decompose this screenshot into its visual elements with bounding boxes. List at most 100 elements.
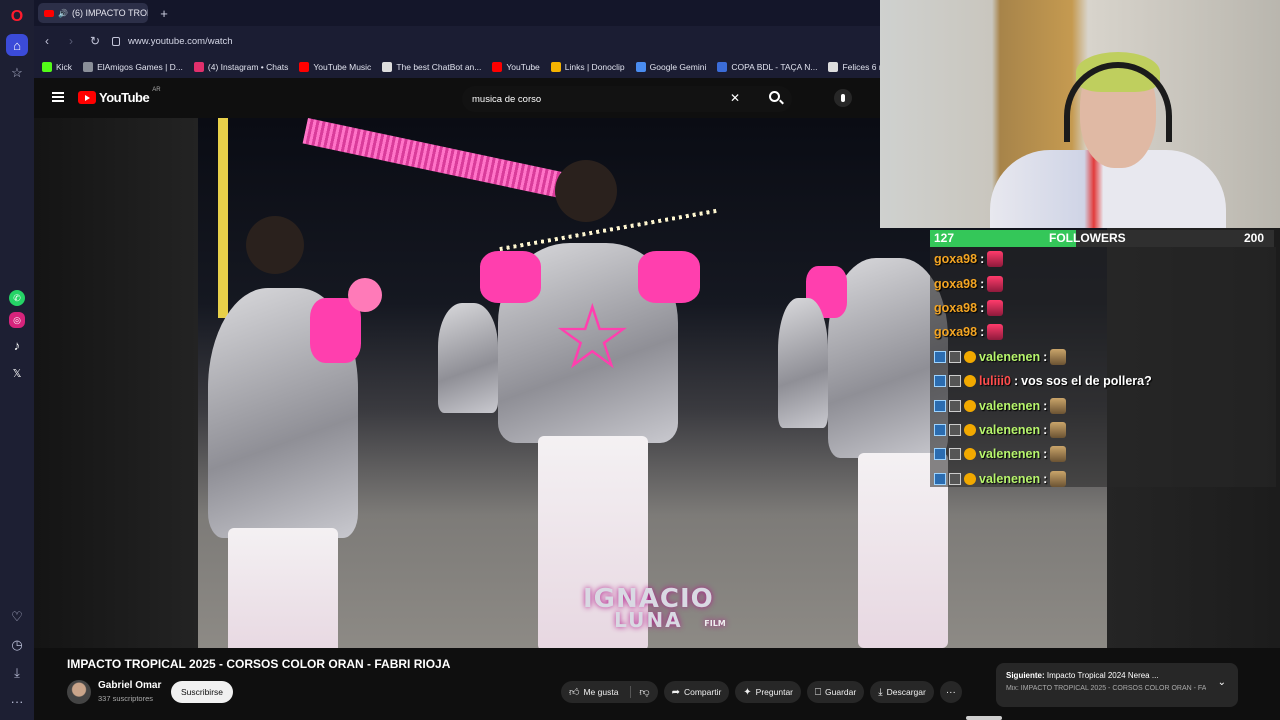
x-icon[interactable]: 𝕏 <box>6 362 28 384</box>
bookmark-item[interactable]: Google Gemini <box>635 62 706 72</box>
followers-goal: 200 <box>1243 231 1264 245</box>
sparkle-icon: ✦ <box>743 686 752 698</box>
region-code: AR <box>152 87 161 93</box>
bookmark-item[interactable]: Links | Donoclip <box>550 62 625 72</box>
share-label: Compartir <box>683 687 722 697</box>
instagram-icon[interactable]: ◎ <box>9 312 25 328</box>
chat-badge-icon <box>964 399 976 412</box>
dancer-head <box>555 160 617 222</box>
reload-icon[interactable]: ↻ <box>88 34 102 48</box>
pin-icon[interactable]: ☆ <box>6 62 28 84</box>
youtube-favicon-icon <box>44 9 54 17</box>
back-icon[interactable]: ‹ <box>40 34 54 48</box>
bookmark-favicon-icon <box>382 62 393 72</box>
tab-title: (6) IMPACTO TROPICA <box>71 8 148 18</box>
tab-youtube[interactable]: 🔊 (6) IMPACTO TROPICA <box>38 3 148 23</box>
lock-icon <box>112 36 120 46</box>
share-icon: ➦ <box>671 686 680 698</box>
bookmark-item[interactable]: (4) Instagram • Chats <box>193 62 288 72</box>
chat-emote-icon <box>1050 421 1067 438</box>
browser-sidebar: O ⌂ ☆ ✆ ◎ ♪ 𝕏 ♡ ◷ ⤓ ··· <box>0 0 34 720</box>
chevron-down-icon[interactable]: ⌄ <box>1218 677 1226 688</box>
whatsapp-icon[interactable]: ✆ <box>9 290 25 306</box>
more-actions-icon[interactable]: ··· <box>939 681 962 703</box>
bookmark-favicon-icon <box>492 62 503 72</box>
bookmark-label: Kick <box>56 62 73 72</box>
chat-separator: : <box>1043 349 1048 364</box>
webcam-overlay <box>880 0 1280 228</box>
channel-name[interactable]: Gabriel Omar <box>98 680 161 691</box>
chat-username: valenenen <box>979 447 1041 462</box>
bookmark-item[interactable]: The best ChatBot an... <box>382 62 481 72</box>
dancer-head <box>246 216 304 274</box>
bookmark-item[interactable]: YouTube Music <box>299 62 371 72</box>
up-next-label: Siguiente: <box>1006 671 1045 680</box>
youtube-play-icon <box>78 91 96 104</box>
bookmark-item[interactable]: ElAmigos Games | D... <box>83 62 183 72</box>
search-input[interactable]: musica de corso ✕ <box>462 86 792 112</box>
thumbs-down-icon[interactable]: 👎︎ <box>630 686 650 698</box>
bookmark-favicon-icon <box>42 62 52 72</box>
chat-message: valenenen : <box>930 467 1276 491</box>
more-icon[interactable]: ··· <box>6 690 28 712</box>
bookmark-item[interactable]: Felices 6 meses <box>828 62 880 72</box>
download-icon[interactable]: ⤓ <box>6 662 28 684</box>
home-icon[interactable]: ⌂ <box>6 34 28 56</box>
chat-username: valenenen <box>979 349 1041 364</box>
new-tab-button[interactable]: + <box>156 5 172 21</box>
forward-icon[interactable]: › <box>64 34 78 48</box>
up-next-title: Impacto Tropical 2024 Nerea ... <box>1046 671 1159 680</box>
up-next-card[interactable]: Siguiente: Impacto Tropical 2024 Nerea .… <box>996 663 1238 707</box>
chat-emote-icon <box>987 251 1004 268</box>
chat-message: valenenen : <box>930 345 1276 369</box>
like-label: Me gusta <box>583 687 619 697</box>
url-text: www.youtube.com/watch <box>128 35 233 47</box>
youtube-logo[interactable]: YouTube AR <box>78 87 161 105</box>
history-icon[interactable]: ◷ <box>6 634 28 656</box>
bookmark-label: The best ChatBot an... <box>396 62 482 72</box>
screen: O ⌂ ☆ ✆ ◎ ♪ 𝕏 ♡ ◷ ⤓ ··· 🔊 (6) IMPACTO TR… <box>0 0 1280 720</box>
chat-separator: : <box>980 276 985 291</box>
bookmark-favicon-icon <box>550 62 561 72</box>
save-button[interactable]: ⎕ Guardar <box>807 681 865 703</box>
chat-emote-icon <box>987 324 1004 341</box>
url-field[interactable]: www.youtube.com/watch <box>112 36 233 47</box>
subscribe-button[interactable]: Suscribirse <box>171 681 233 703</box>
tiktok-icon[interactable]: ♪ <box>6 334 28 356</box>
clear-search-icon[interactable]: ✕ <box>730 91 740 105</box>
chat-message: goxa98 : <box>930 271 1276 295</box>
like-button[interactable]: 👍︎ Me gusta 👎︎ <box>561 681 658 703</box>
chat-separator: : <box>1043 422 1048 437</box>
chat-username: goxa98 <box>934 325 978 340</box>
save-label: Guardar <box>825 687 857 697</box>
heart-icon[interactable]: ♡ <box>6 606 28 628</box>
bookmark-favicon-icon <box>635 62 646 72</box>
opera-icon[interactable]: O <box>6 6 28 28</box>
chat-badge-icon <box>964 350 976 363</box>
speaker-icon[interactable]: 🔊 <box>58 9 68 18</box>
chat-badge-icon <box>934 423 946 436</box>
voice-search-icon[interactable] <box>834 89 852 107</box>
menu-icon[interactable] <box>52 92 64 102</box>
chat-badge-icon <box>949 399 961 412</box>
search-icon[interactable] <box>769 91 780 102</box>
bookmark-item[interactable]: Kick <box>42 62 72 72</box>
chat-badge-icon <box>934 472 946 485</box>
chat-badge-icon <box>964 423 976 436</box>
bookmark-item[interactable]: YouTube <box>492 62 540 72</box>
chat-separator: : <box>980 252 985 267</box>
bookmark-item[interactable]: COPA BDL - TAÇA N... <box>717 62 817 72</box>
video-info-bar: IMPACTO TROPICAL 2025 - CORSOS COLOR ORA… <box>34 648 1280 720</box>
address-bar: ‹ › ↻ www.youtube.com/watch <box>34 26 880 56</box>
share-button[interactable]: ➦ Compartir <box>663 681 730 703</box>
watermark-line-2: LUNA <box>614 608 683 633</box>
player-ambient-left <box>34 118 198 648</box>
video-watermark: IGNACIO LUNA FILM <box>583 586 726 633</box>
ask-button[interactable]: ✦ Preguntar <box>735 681 802 703</box>
tab-strip: 🔊 (6) IMPACTO TROPICA + <box>34 0 880 26</box>
scrollbar-thumb[interactable] <box>966 716 1002 720</box>
bookmark-favicon-icon <box>828 62 839 72</box>
channel-avatar[interactable] <box>67 680 91 704</box>
download-button[interactable]: ⤓ Descargar <box>870 681 934 703</box>
chat-emote-icon <box>1050 397 1067 414</box>
